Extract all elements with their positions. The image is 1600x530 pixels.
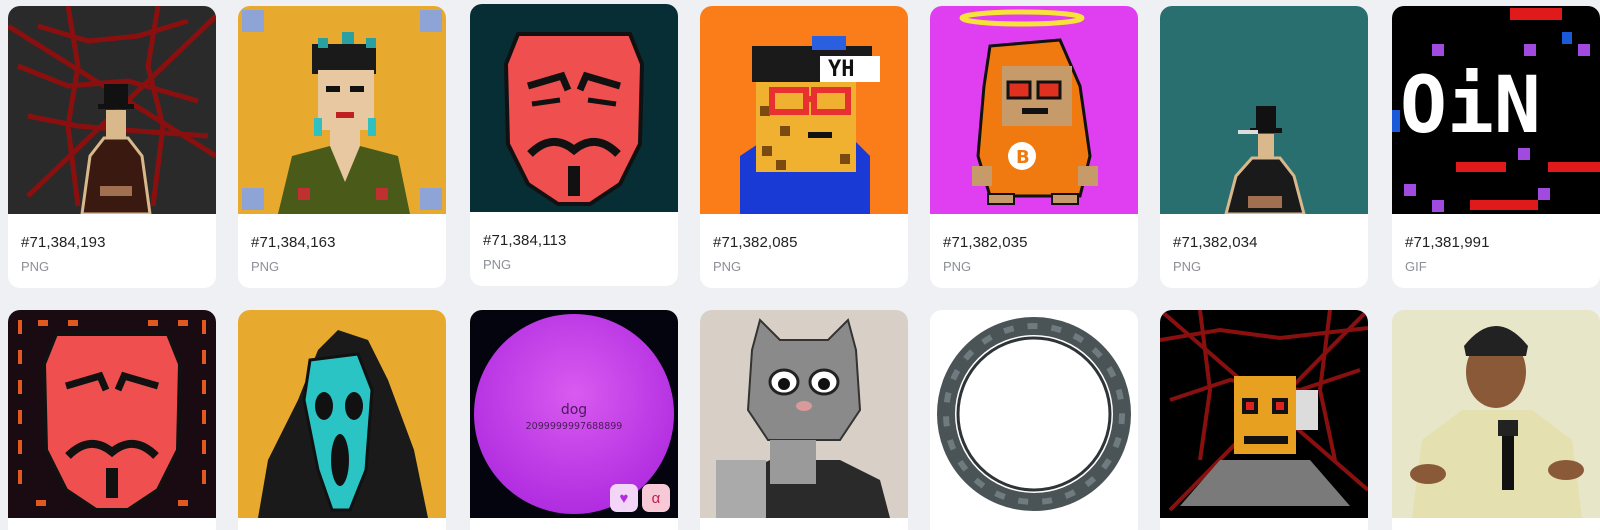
content-type: PNG: [251, 259, 280, 274]
inscription-thumbnail[interactable]: [8, 6, 216, 214]
inscription-thumbnail[interactable]: [238, 310, 446, 518]
content-type: PNG: [1173, 259, 1202, 274]
inscription-card[interactable]: [930, 310, 1138, 530]
inscription-thumbnail[interactable]: B: [930, 6, 1138, 214]
inscription-number: #71,384,163: [251, 234, 336, 251]
inscription-number: #71,384,193: [21, 234, 106, 251]
svg-text:YH: YH: [828, 57, 855, 82]
inscription-card[interactable]: [1160, 310, 1368, 530]
heart-badge[interactable]: ♥: [610, 484, 638, 512]
inscription-card[interactable]: [1392, 310, 1600, 530]
inscription-card[interactable]: #71,384,113 PNG: [470, 4, 678, 286]
inscription-thumbnail[interactable]: [1392, 310, 1600, 518]
inscription-number: #71,384,113: [483, 232, 567, 249]
content-type: GIF: [1405, 259, 1427, 274]
content-type: PNG: [713, 259, 742, 274]
alpha-icon: α: [651, 489, 661, 507]
orb-number: 2099999997688899: [526, 421, 623, 432]
inscription-thumbnail[interactable]: YH: [700, 6, 908, 214]
inscription-thumbnail[interactable]: [930, 310, 1138, 518]
inscription-card[interactable]: dog 2099999997688899 ♥ α: [470, 310, 678, 530]
inscription-number: #71,381,991: [1405, 234, 1490, 251]
inscription-card[interactable]: B #71,382,035 PNG: [930, 6, 1138, 288]
inscription-thumbnail[interactable]: [8, 310, 216, 518]
alpha-badge[interactable]: α: [642, 484, 670, 512]
inscription-thumbnail[interactable]: [470, 4, 678, 212]
inscription-card[interactable]: YH #71,382,085 PNG: [700, 6, 908, 288]
inscription-card[interactable]: OiN #71,381,991 GIF: [1392, 6, 1600, 288]
inscription-thumbnail[interactable]: [238, 6, 446, 214]
inscription-thumbnail[interactable]: [1160, 310, 1368, 518]
inscription-number: #71,382,085: [713, 234, 798, 251]
inscription-card[interactable]: [8, 310, 216, 530]
inscription-thumbnail[interactable]: [1160, 6, 1368, 214]
inscription-card[interactable]: [238, 310, 446, 530]
inscription-card[interactable]: #71,384,163 PNG: [238, 6, 446, 288]
orb-title: dog: [561, 402, 587, 418]
inscription-number: #71,382,034: [1173, 234, 1258, 251]
content-type: PNG: [21, 259, 50, 274]
inscription-thumbnail[interactable]: OiN: [1392, 6, 1600, 214]
inscription-thumbnail[interactable]: [700, 310, 908, 518]
inscription-card[interactable]: [700, 310, 908, 530]
inscription-card[interactable]: #71,384,193 PNG: [8, 6, 216, 288]
svg-text:B: B: [1016, 147, 1030, 168]
svg-text:OiN: OiN: [1400, 61, 1541, 151]
inscription-card[interactable]: #71,382,034 PNG: [1160, 6, 1368, 288]
content-type: PNG: [943, 259, 972, 274]
inscription-number: #71,382,035: [943, 234, 1028, 251]
heart-icon: ♥: [619, 489, 629, 507]
content-type: PNG: [483, 257, 512, 272]
